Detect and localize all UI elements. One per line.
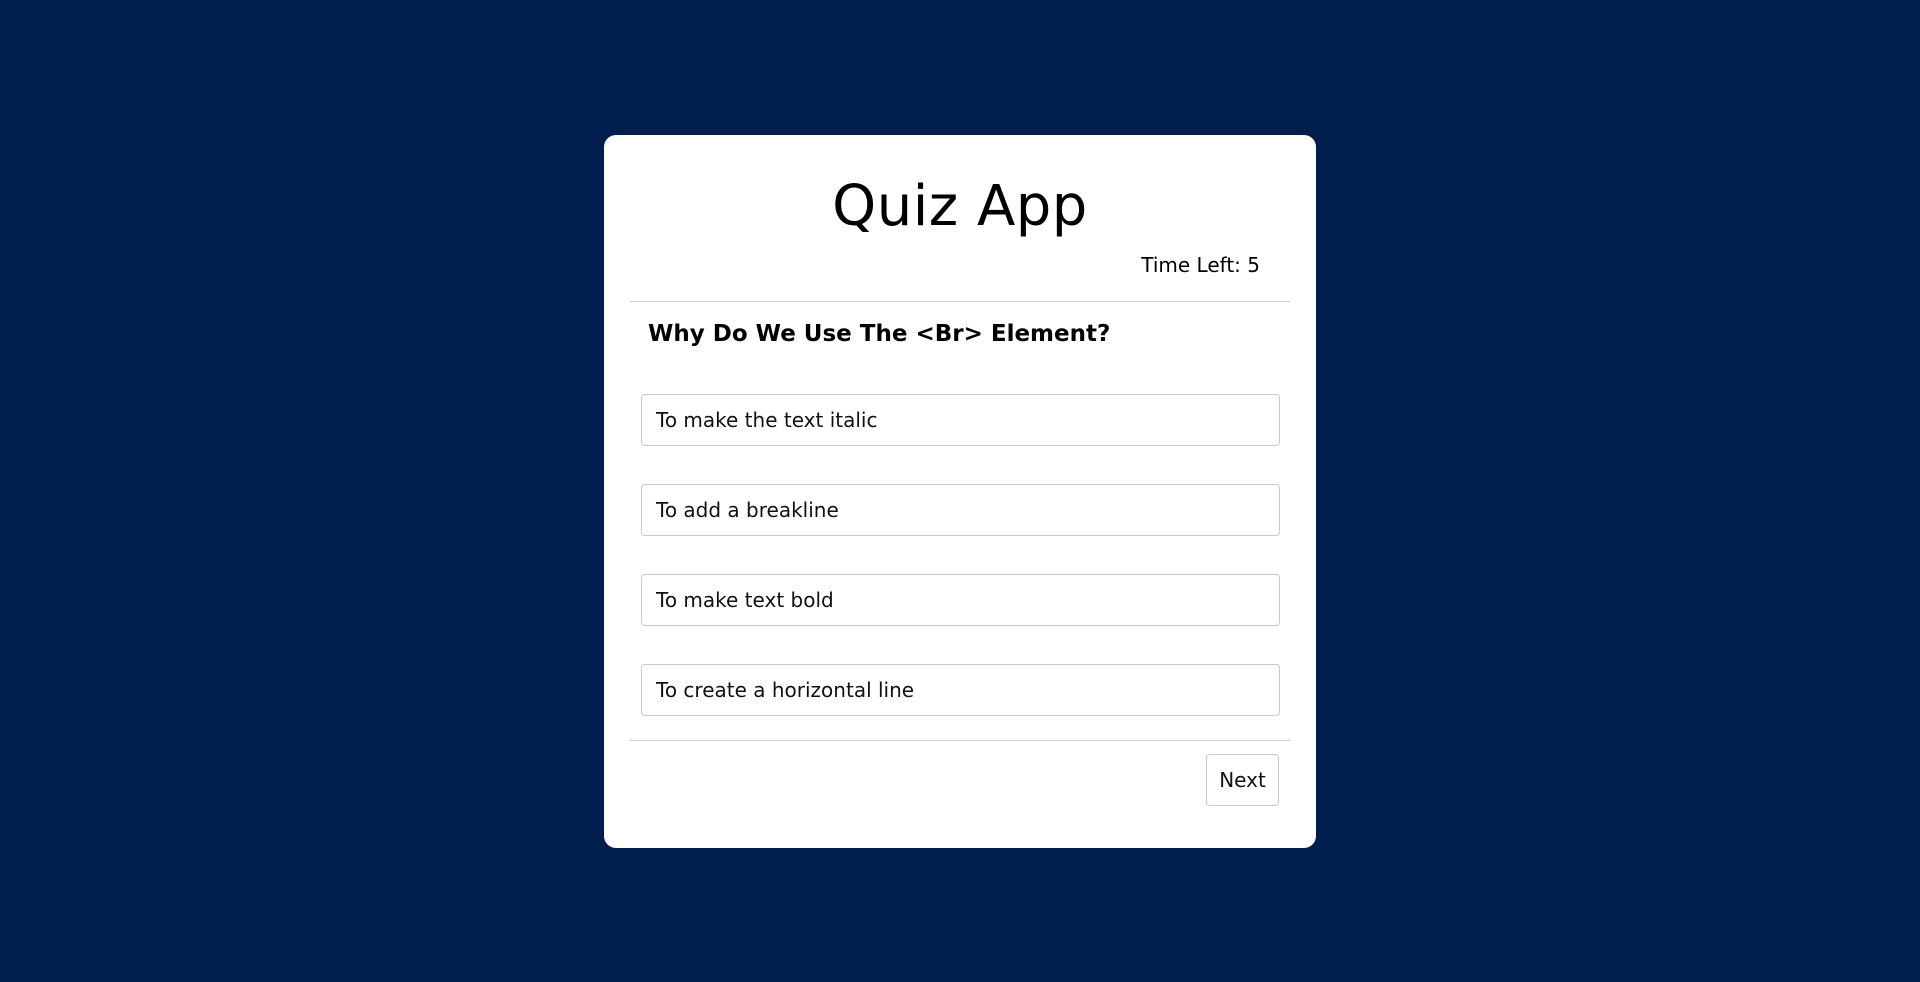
answer-button-3[interactable]: To make text bold — [641, 574, 1280, 626]
question-text: Why Do We Use The <Br> Element? — [648, 321, 1111, 347]
footer-divider — [630, 740, 1290, 741]
answer-item: To make the text italic — [641, 394, 1280, 446]
answer-button-4[interactable]: To create a horizontal line — [641, 664, 1280, 716]
quiz-card: Quiz App Time Left: 5 Why Do We Use The … — [604, 135, 1316, 848]
answer-button-1[interactable]: To make the text italic — [641, 394, 1280, 446]
answer-item: To create a horizontal line — [641, 664, 1280, 716]
header-divider — [630, 301, 1290, 302]
answer-item: To make text bold — [641, 574, 1280, 626]
answer-list: To make the text italic To add a breakli… — [641, 394, 1280, 754]
answer-item: To add a breakline — [641, 484, 1280, 536]
time-left-label: Time Left: 5 — [1141, 253, 1260, 277]
answer-button-2[interactable]: To add a breakline — [641, 484, 1280, 536]
next-button[interactable]: Next — [1206, 754, 1279, 806]
app-title: Quiz App — [832, 174, 1088, 239]
